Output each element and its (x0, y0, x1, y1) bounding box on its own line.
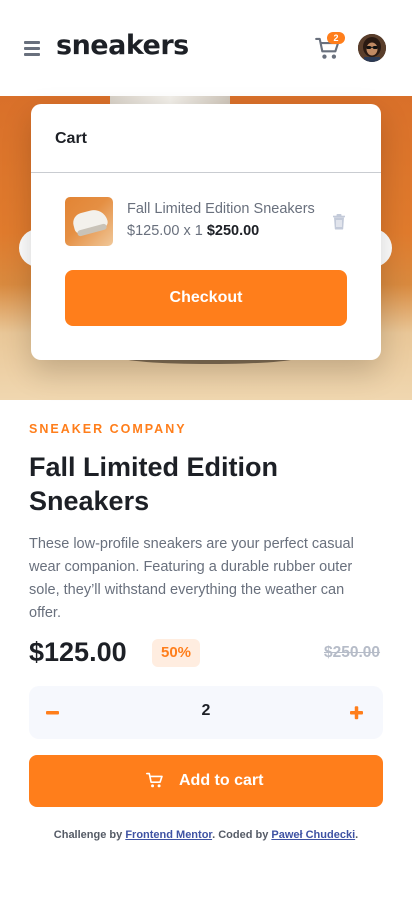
plus-icon[interactable] (349, 700, 365, 726)
cart-title: Cart (55, 130, 88, 147)
add-to-cart-label: Add to cart (179, 772, 264, 789)
cart-item-unit-price: $125.00 x 1 (127, 223, 203, 239)
cart-item-name: Fall Limited Edition Sneakers (127, 201, 315, 217)
divider (31, 172, 381, 173)
trash-icon[interactable] (332, 213, 346, 230)
cart-item-price: $125.00 x 1 $250.00 (127, 223, 259, 239)
cart-icon (146, 772, 164, 789)
add-to-cart-button[interactable]: Add to cart (29, 755, 383, 807)
quantity-value: 2 (201, 702, 211, 719)
original-price: $250.00 (324, 644, 381, 661)
avatar[interactable] (358, 34, 386, 62)
attribution: Challenge by Frontend Mentor. Coded by P… (53, 829, 359, 841)
cart-count-badge: 2 (327, 32, 345, 44)
product-description: These low-profile sneakers are your perf… (29, 536, 354, 621)
cart-item-thumbnail (65, 197, 113, 246)
logo: sneakers (56, 30, 189, 61)
cart-item-total: $250.00 (206, 223, 260, 239)
company-name: SNEAKER COMPANY (29, 422, 187, 436)
checkout-button[interactable]: Checkout (65, 270, 347, 326)
current-price: $125.00 (29, 637, 127, 667)
quantity-stepper: 2 (29, 686, 383, 739)
header: sneakers 2 (0, 0, 412, 96)
product-title: Fall Limited Edition Sneakers (29, 452, 278, 516)
cart-popup: Cart Fall Limited Edition Sneakers $125.… (31, 104, 381, 360)
menu-icon[interactable] (24, 41, 40, 56)
author-link[interactable]: Paweł Chudecki (271, 829, 355, 841)
frontend-mentor-link[interactable]: Frontend Mentor (125, 829, 212, 841)
discount-badge: 50% (152, 639, 200, 667)
